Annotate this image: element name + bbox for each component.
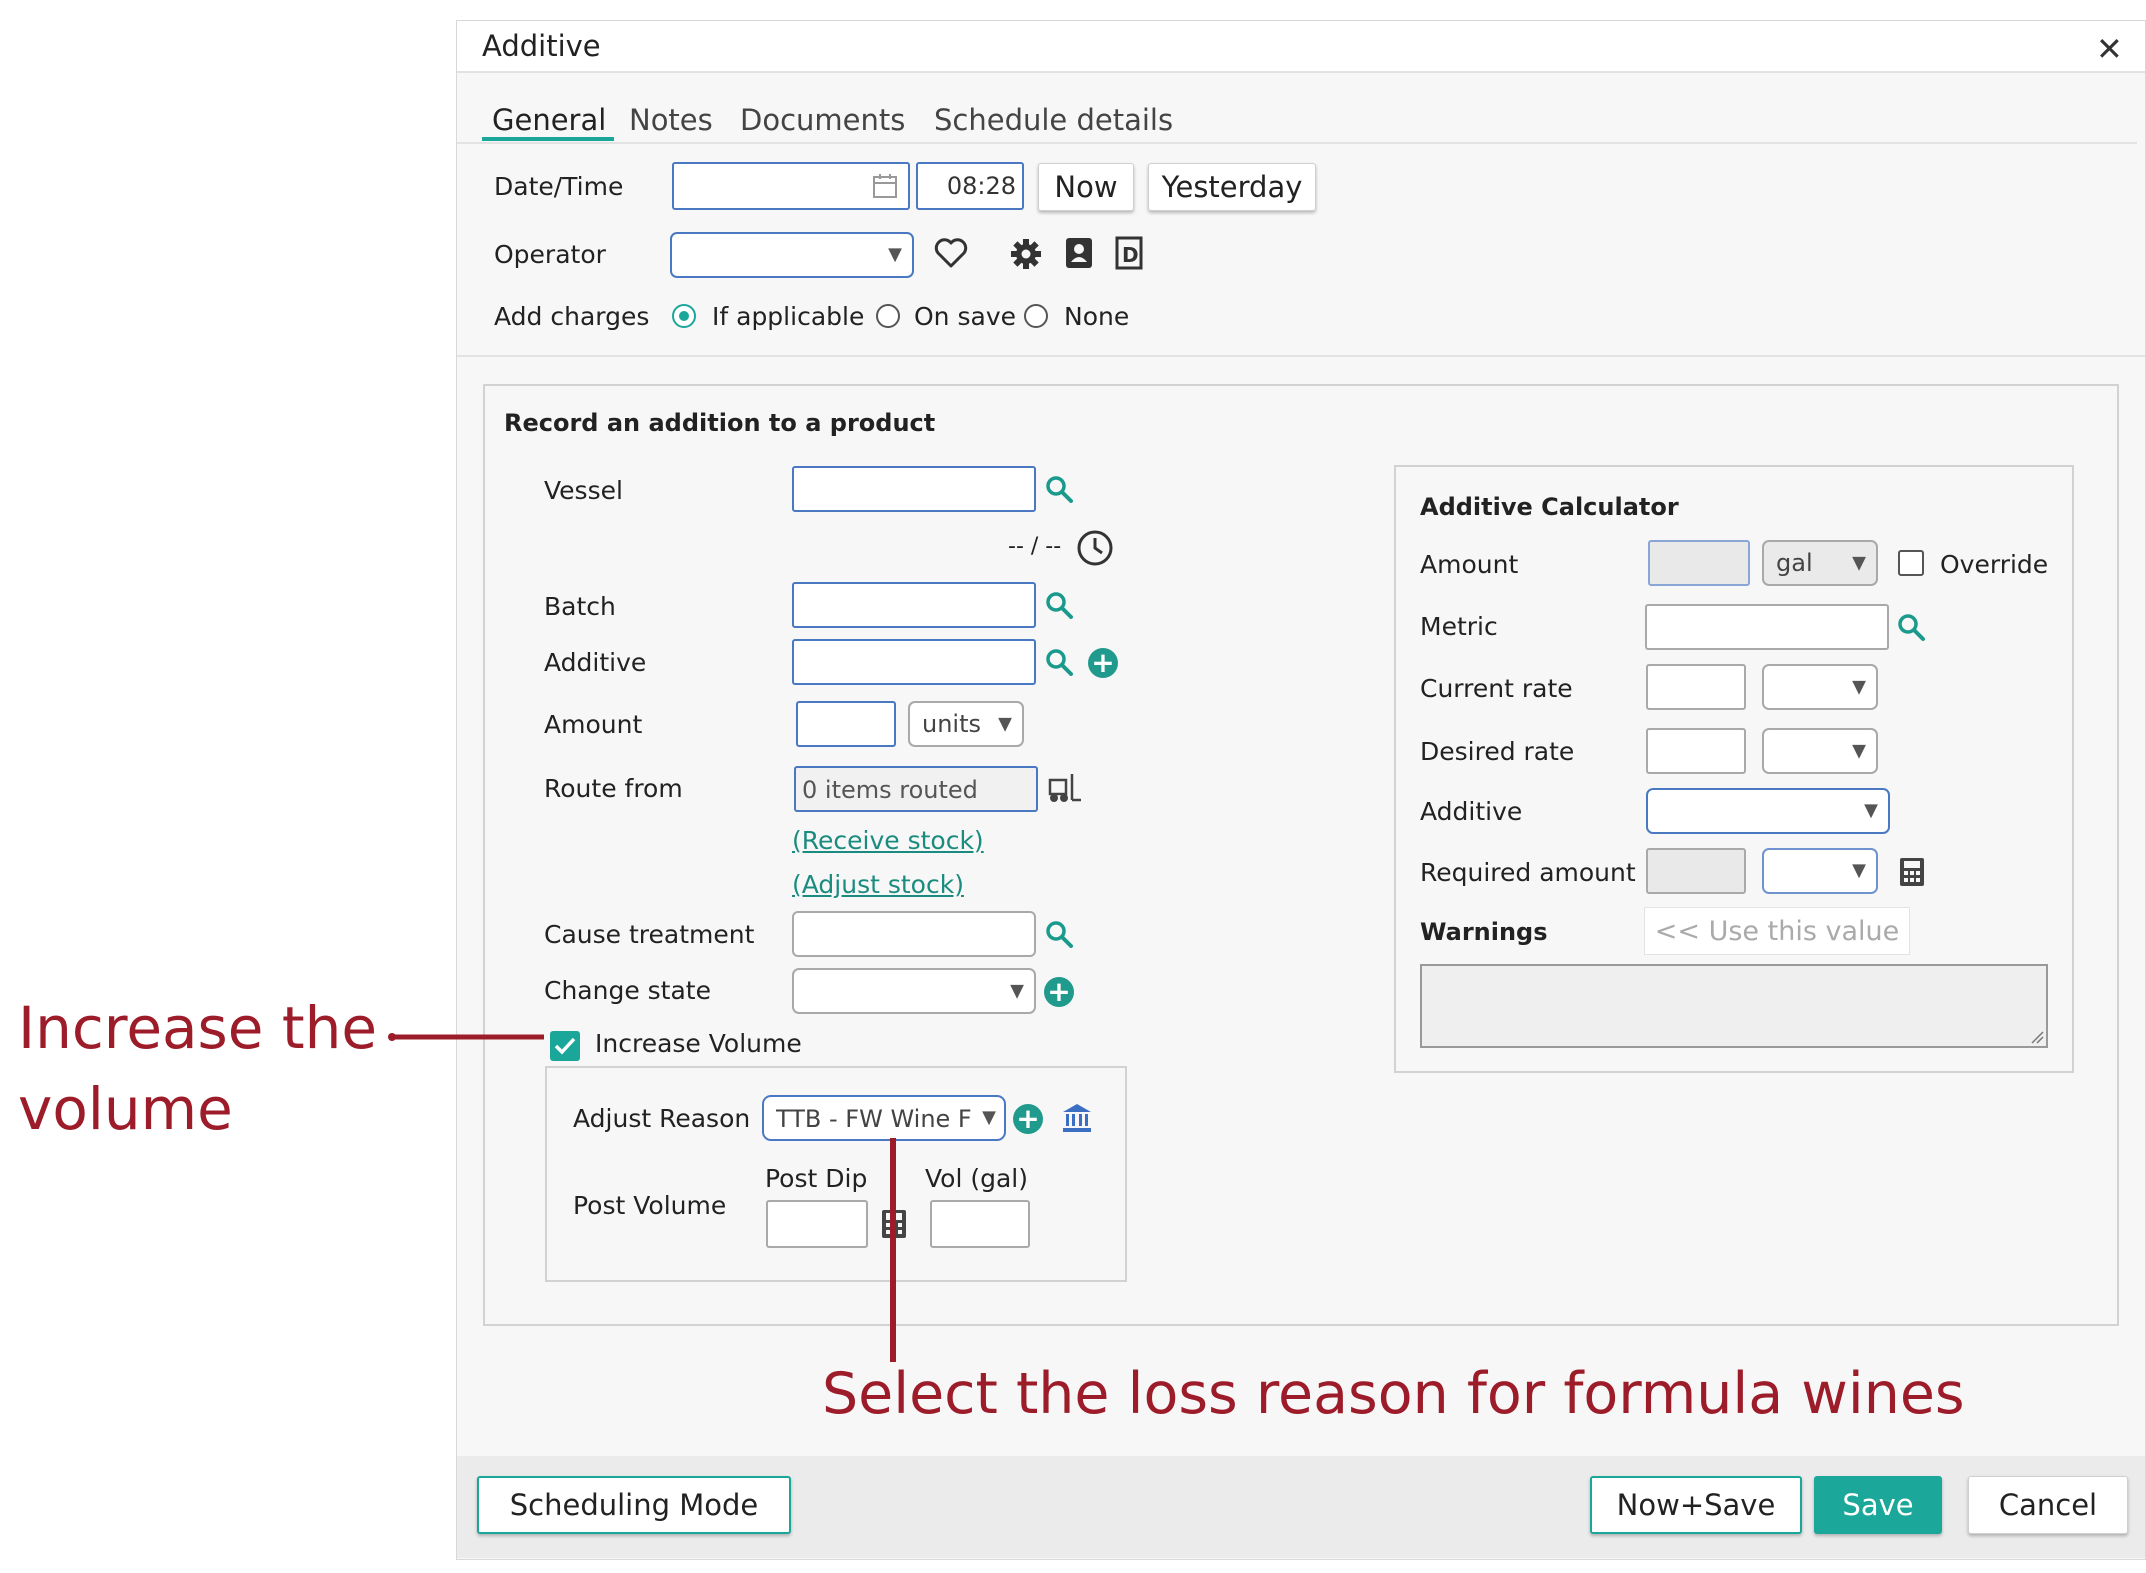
- annotation-connectors: [388, 1033, 896, 1362]
- annotation-select-reason: Select the loss reason for formula wines: [822, 1361, 1965, 1427]
